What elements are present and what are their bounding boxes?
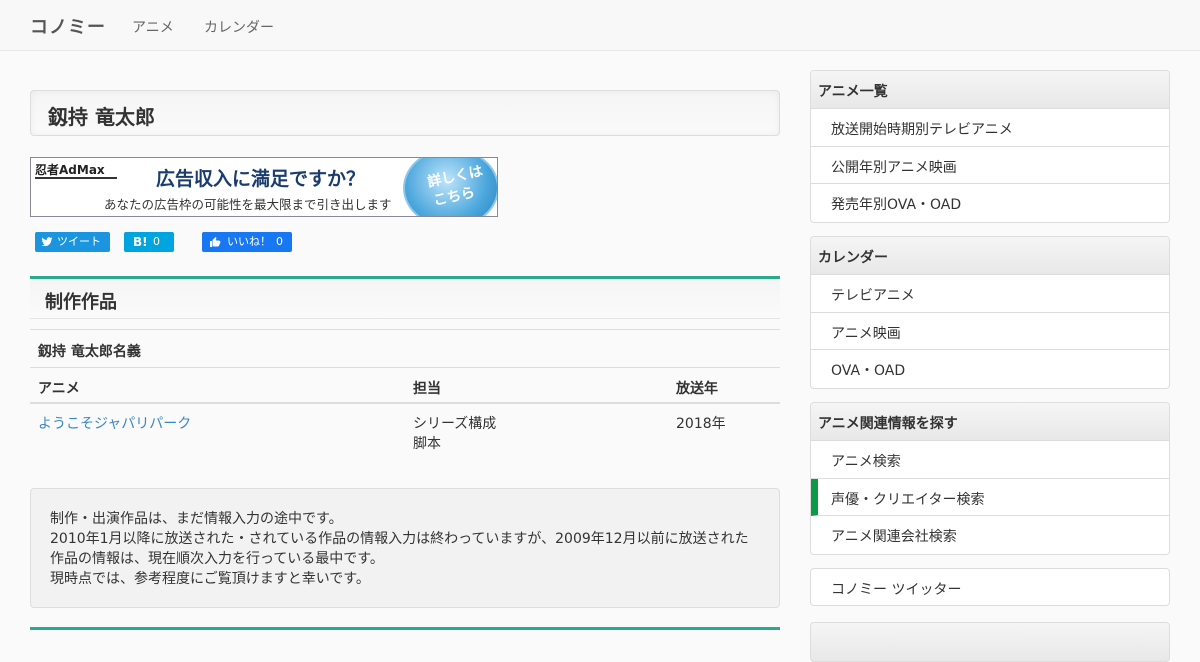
sidebar-item-label: アニメ関連会社検索 (831, 529, 957, 545)
panel-heading-label: カレンダー (818, 250, 888, 266)
tweet-label: ツイート (57, 235, 101, 248)
sidebar-item-ova-by-year[interactable]: 発売年別OVA・OAD (811, 184, 1169, 222)
hatena-bookmark-icon: B! (133, 235, 148, 249)
search-panel: アニメ関連情報を探す アニメ検索 声優・クリエイター検索 アニメ関連会社検索 (810, 402, 1170, 555)
hatena-count: 0 (153, 235, 160, 248)
sidebar-item-tv-by-season[interactable]: 放送開始時期別テレビアニメ (811, 109, 1169, 147)
brand-logo[interactable]: コノミー (30, 13, 106, 39)
panel-heading: アニメ一覧 (811, 71, 1169, 109)
ad-headline: 広告収入に満足ですか？ (156, 168, 366, 190)
ad-subtext: あなたの広告枠の可能性を最大限まで引き出します (104, 197, 392, 212)
twitter-bird-icon (41, 237, 53, 247)
works-section-header: 制作作品 (30, 276, 780, 319)
like-label: いいね！ (227, 235, 271, 248)
anime-list-panel: アニメ一覧 放送開始時期別テレビアニメ 公開年別アニメ映画 発売年別OVA・OA… (810, 70, 1170, 223)
column-header-year: 放送年 (676, 381, 718, 397)
panel-heading-label: アニメ一覧 (818, 84, 888, 100)
page-title: 釼持 竜太郎 (48, 105, 155, 129)
notice-line: 2010年1月以降に放送された・されている作品の情報入力は終わっていますが、20… (50, 531, 749, 567)
credit-name-row: 釼持 竜太郎名義 (30, 329, 780, 367)
panel-heading-label: アニメ関連情報を探す (818, 416, 958, 432)
nav-link-anime[interactable]: アニメ (132, 17, 174, 37)
like-count: 0 (276, 235, 283, 248)
ad-logo-underline (35, 177, 117, 179)
sidebar-item-label: コノミー ツイッター (831, 582, 962, 598)
twitter-panel: コノミー ツイッター (810, 568, 1170, 606)
work-title-link[interactable]: ようこそジャパリパーク (38, 414, 191, 434)
ad-logo: 忍者AdMax (35, 163, 105, 177)
sidebar-item-movies-by-year[interactable]: 公開年別アニメ映画 (811, 147, 1169, 184)
hatena-bookmark-button[interactable]: B! 0 (124, 232, 174, 252)
sidebar-item-label: アニメ映画 (831, 325, 901, 342)
sidebar-item-label: OVA・OAD (831, 363, 906, 379)
sidebar-item-twitter[interactable]: コノミー ツイッター (811, 569, 1169, 605)
works-table-header: アニメ 担当 放送年 (30, 367, 780, 404)
sidebar-item-anime-search[interactable]: アニメ検索 (811, 441, 1169, 479)
panel-heading: アニメ関連情報を探す (811, 403, 1169, 441)
sidebar-item-label: 放送開始時期別テレビアニメ (831, 122, 1013, 138)
facebook-like-button[interactable]: いいね！ 0 (202, 232, 292, 252)
work-year: 2018年 (676, 416, 726, 432)
sidebar-item-company-search[interactable]: アニメ関連会社検索 (811, 516, 1169, 554)
works-heading: 制作作品 (45, 292, 117, 313)
sidebar-item-label: 発売年別OVA・OAD (831, 197, 962, 213)
notice-line: 現時点では、参考程度にご覧頂けますと幸いです。 (50, 571, 370, 587)
table-row: ようこそジャパリパーク シリーズ構成 脚本 2018年 (30, 404, 780, 464)
tweet-button[interactable]: ツイート (35, 232, 110, 252)
thumbs-up-icon (210, 237, 221, 247)
sidebar-item-anime-movies[interactable]: アニメ映画 (811, 313, 1169, 350)
calendar-panel: カレンダー テレビアニメ アニメ映画 OVA・OAD (810, 236, 1170, 389)
notice-line: 制作・出演作品は、まだ情報入力の途中です。 (50, 511, 343, 527)
sidebar-item-label: 公開年別アニメ映画 (831, 159, 957, 176)
column-header-anime: アニメ (38, 381, 80, 397)
nav-link-calendar[interactable]: カレンダー (204, 17, 274, 37)
credit-name: 釼持 竜太郎名義 (38, 344, 141, 360)
ad-banner[interactable]: 忍者AdMax 広告収入に満足ですか？ あなたの広告枠の可能性を最大限まで引き出… (30, 157, 498, 217)
column-header-role: 担当 (413, 381, 441, 397)
sidebar-item-label: テレビアニメ (831, 288, 915, 304)
sidebar-item-label: アニメ検索 (831, 454, 901, 470)
sidebar-item-tv-anime[interactable]: テレビアニメ (811, 275, 1169, 313)
ad-details-badge[interactable]: 詳しくは こちら (403, 158, 497, 216)
next-panel-partial (810, 622, 1170, 662)
panel-heading: カレンダー (811, 237, 1169, 275)
work-role: シリーズ構成 (413, 416, 497, 432)
sidebar-item-label: 声優・クリエイター検索 (831, 491, 985, 508)
sidebar-item-creator-search[interactable]: 声優・クリエイター検索 (811, 478, 1169, 516)
page-header: 釼持 竜太郎 (30, 90, 780, 136)
navbar: コノミー アニメ カレンダー (0, 0, 1200, 51)
work-role: 脚本 (413, 436, 441, 452)
notice-box: 制作・出演作品は、まだ情報入力の途中です。 2010年1月以降に放送された・され… (30, 488, 780, 608)
sidebar-item-ova-oad[interactable]: OVA・OAD (811, 350, 1169, 388)
